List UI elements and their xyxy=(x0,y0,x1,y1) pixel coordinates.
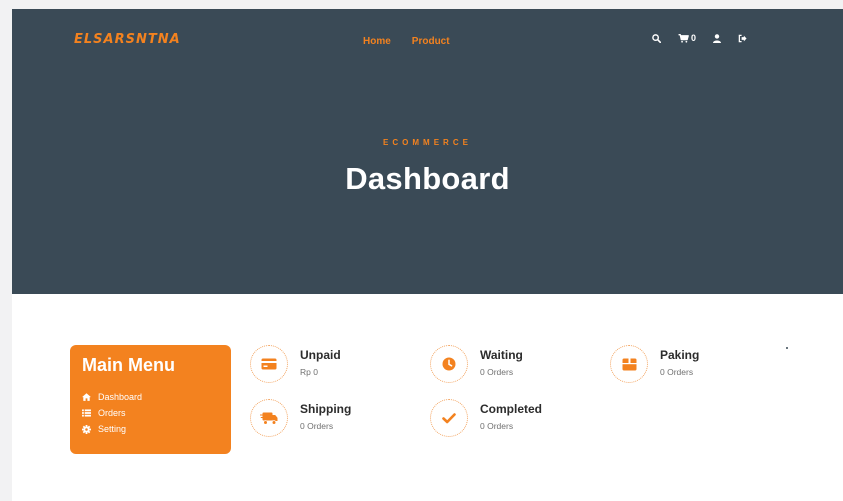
cart-button[interactable]: 0 xyxy=(678,33,696,43)
stat-value: Rp 0 xyxy=(300,367,318,377)
stat-icon-circle xyxy=(430,399,468,437)
sidebar-item-setting[interactable]: Setting xyxy=(82,421,142,437)
stat-label: Unpaid xyxy=(300,348,341,362)
logout-icon xyxy=(738,34,747,42)
stat-waiting[interactable]: Waiting 0 Orders xyxy=(430,345,523,383)
hero-banner: ELSARSNTNA Home Product 0 ECOMMERCE Dash… xyxy=(12,9,843,294)
stat-label: Completed xyxy=(480,402,543,416)
page-frame: ELSARSNTNA Home Product 0 ECOMMERCE Dash… xyxy=(12,9,843,501)
main-menu-card: Main Menu Dashboard Orders Setting xyxy=(70,345,231,454)
box-icon xyxy=(622,358,636,370)
main-nav: Home Product xyxy=(363,36,450,47)
check-icon xyxy=(442,412,456,423)
nav-home-link[interactable]: Home xyxy=(363,36,391,47)
logout-button[interactable] xyxy=(738,34,747,43)
header-tools: 0 xyxy=(652,33,764,43)
home-icon xyxy=(82,393,92,401)
account-button[interactable] xyxy=(713,33,722,43)
brand-logo[interactable]: ELSARSNTNA xyxy=(74,32,181,47)
sidebar-item-label: Setting xyxy=(98,424,127,434)
stat-shipping[interactable]: Shipping 0 Orders xyxy=(250,399,351,437)
stat-label: Paking xyxy=(660,348,700,362)
main-menu-list: Dashboard Orders Setting xyxy=(82,389,142,437)
stat-value: 0 Orders xyxy=(480,421,514,431)
stat-value: 0 Orders xyxy=(660,367,694,377)
main-menu-title: Main Menu xyxy=(82,355,175,375)
stat-icon-circle xyxy=(250,399,288,437)
gear-icon xyxy=(82,424,92,434)
stat-completed[interactable]: Completed 0 Orders xyxy=(430,399,542,437)
user-icon xyxy=(713,33,722,43)
decorative-dot xyxy=(786,347,788,349)
stat-value: 0 Orders xyxy=(480,367,514,377)
stat-icon-circle xyxy=(430,345,468,383)
nav-product-link[interactable]: Product xyxy=(412,36,450,47)
stat-unpaid[interactable]: Unpaid Rp 0 xyxy=(250,345,341,383)
stat-label: Shipping xyxy=(300,402,352,416)
stat-icon-circle xyxy=(610,345,648,383)
hero-eyebrow: ECOMMERCE xyxy=(383,138,472,147)
sidebar-item-orders[interactable]: Orders xyxy=(82,405,142,421)
stat-paking[interactable]: Paking 0 Orders xyxy=(610,345,699,383)
sidebar-item-dashboard[interactable]: Dashboard xyxy=(82,389,142,405)
truck-icon xyxy=(260,412,278,425)
stat-label: Waiting xyxy=(480,348,523,362)
list-icon xyxy=(82,409,92,417)
stat-icon-circle xyxy=(250,345,288,383)
search-button[interactable] xyxy=(652,33,661,43)
cart-count: 0 xyxy=(691,33,697,43)
cart-icon xyxy=(678,33,689,43)
stat-value: 0 Orders xyxy=(300,421,334,431)
sidebar-item-label: Dashboard xyxy=(98,392,143,402)
search-icon xyxy=(652,33,661,43)
sidebar-item-label: Orders xyxy=(98,408,126,418)
page-title: Dashboard xyxy=(345,161,510,196)
clock-icon xyxy=(442,357,456,371)
credit-card-icon xyxy=(261,358,277,370)
